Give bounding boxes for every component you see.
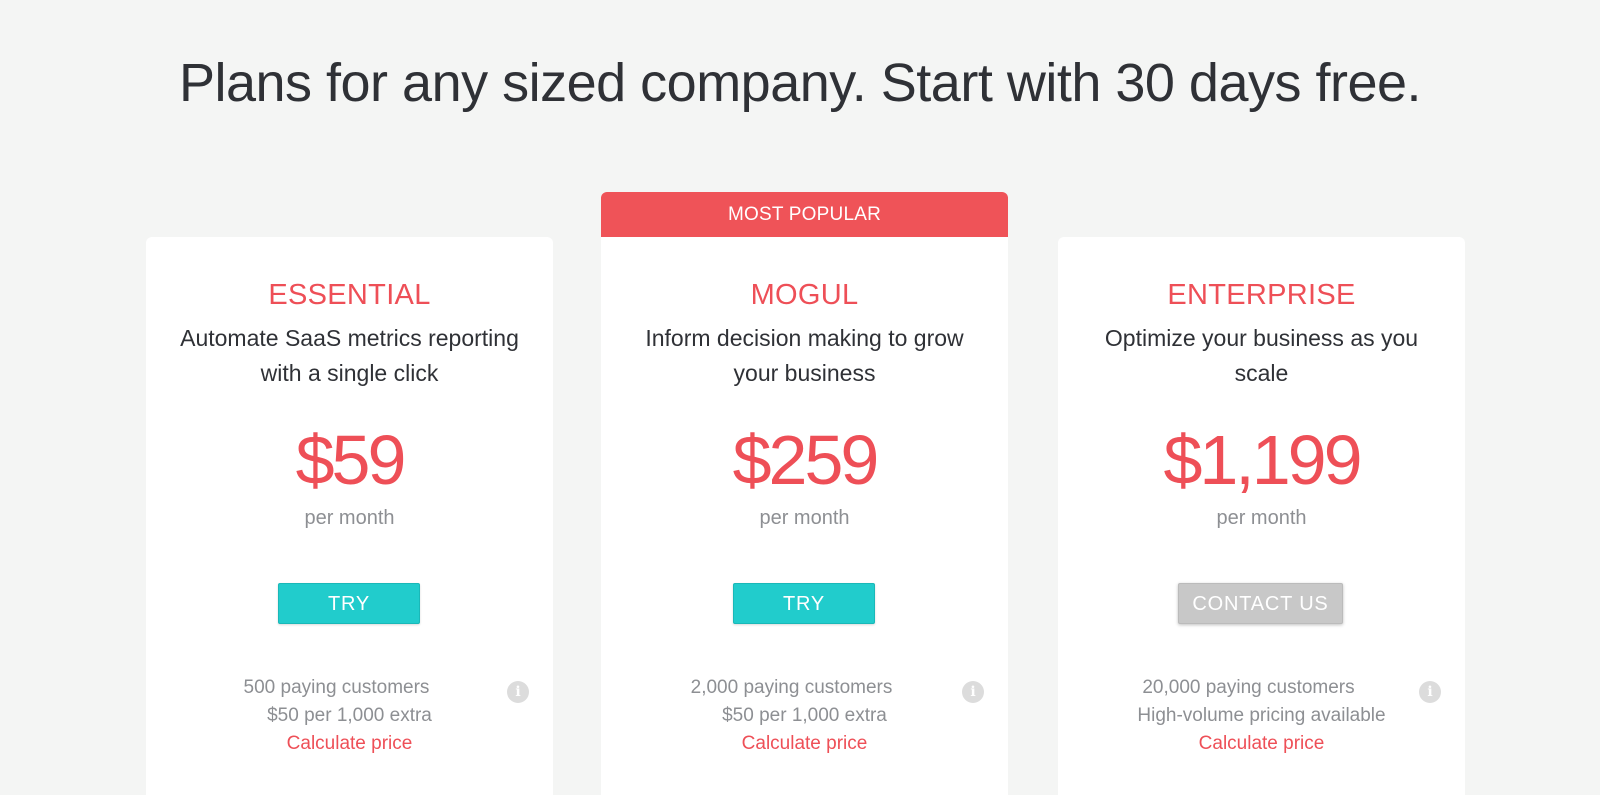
plan-description: Optimize your business as you scale: [1104, 325, 1419, 386]
plan-description: Automate SaaS metrics reporting with a s…: [180, 325, 519, 386]
calculate-price-link[interactable]: Calculate price: [146, 733, 553, 755]
plan-card-essential: ESSENTIAL Automate SaaS metrics reportin…: [146, 237, 553, 795]
plan-customers: 500 paying customers: [243, 677, 430, 698]
try-button[interactable]: TRY: [278, 583, 420, 624]
plan-extra: $50 per 1,000 extra: [267, 705, 432, 726]
page-title: Plans for any sized company. Start with …: [178, 53, 1422, 113]
plan-customers: 2,000 paying customers: [690, 677, 893, 698]
contact-us-button[interactable]: CONTACT US: [1178, 583, 1343, 624]
plan-period: per month: [759, 507, 850, 529]
plan-price: $1,199: [1163, 421, 1362, 499]
calculate-price-link[interactable]: Calculate price: [601, 733, 1008, 755]
plan-price: $259: [732, 421, 880, 499]
pricing-page: Plans for any sized company. Start with …: [0, 0, 1600, 795]
plan-name: MOGUL: [750, 279, 859, 311]
plan-card-enterprise: ENTERPRISE Optimize your business as you…: [1058, 237, 1465, 795]
plan-extra: $50 per 1,000 extra: [722, 705, 887, 726]
plan-period: per month: [304, 507, 395, 529]
plan-price: $59: [295, 421, 407, 499]
plan-name: ENTERPRISE: [1167, 279, 1356, 311]
info-icon[interactable]: i: [1419, 681, 1441, 703]
plan-name: ESSENTIAL: [268, 279, 431, 311]
plan-description: Inform decision making to grow your busi…: [645, 325, 964, 386]
most-popular-badge: MOST POPULAR: [601, 192, 1008, 237]
calculate-price-link[interactable]: Calculate price: [1058, 733, 1465, 755]
plan-customers: 20,000 paying customers: [1142, 677, 1355, 698]
plan-extra: High-volume pricing available: [1137, 705, 1386, 726]
try-button[interactable]: TRY: [733, 583, 875, 624]
info-icon[interactable]: i: [962, 681, 984, 703]
plan-period: per month: [1216, 507, 1307, 529]
plan-card-mogul: MOGUL Inform decision making to grow you…: [601, 237, 1008, 795]
info-icon[interactable]: i: [507, 681, 529, 703]
